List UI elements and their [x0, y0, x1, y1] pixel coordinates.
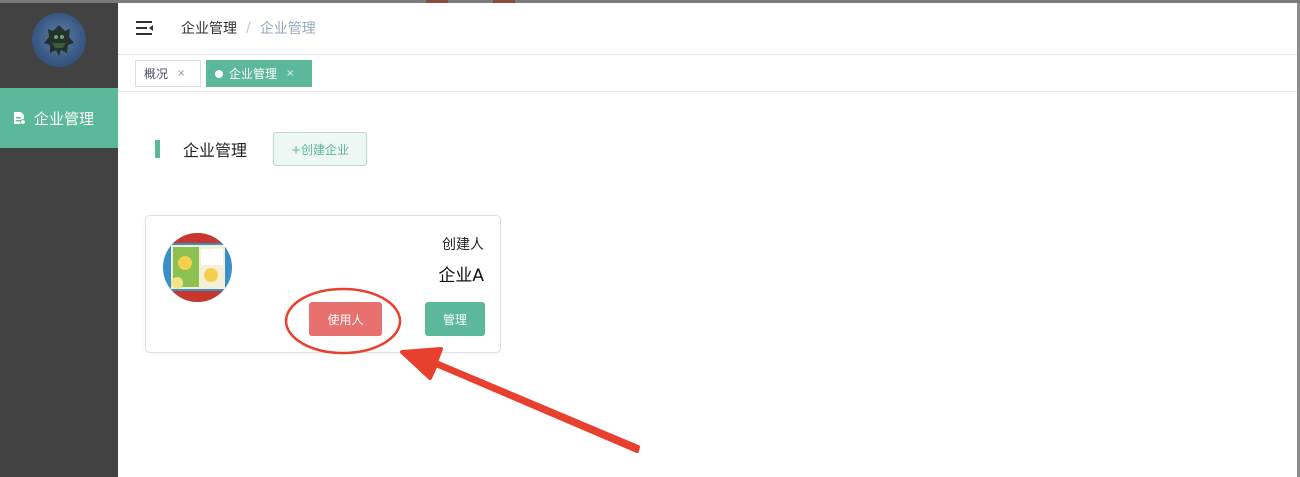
product-image-icon	[163, 233, 232, 302]
active-dot-icon	[215, 69, 223, 78]
tab-label: 企业管理	[229, 67, 278, 81]
tab-label: 概况	[144, 67, 169, 81]
company-name: 企业A	[438, 266, 484, 286]
tab-enterprise-management[interactable]: 企业管理 ×	[206, 60, 312, 87]
breadcrumb-current: 企业管理	[259, 21, 316, 37]
users-button[interactable]: 使用人	[309, 302, 382, 336]
enterprise-card: 创建人 企业A 使用人 管理	[145, 215, 501, 353]
robot-avatar-icon	[44, 25, 74, 56]
sidebar-item-enterprise-management[interactable]: 企业管理	[0, 88, 118, 148]
logo-avatar[interactable]	[32, 13, 86, 67]
section-accent-bar	[155, 140, 160, 158]
hamburger-icon[interactable]	[136, 20, 154, 36]
creator-label: 创建人	[442, 237, 484, 253]
sidebar-item-label: 企业管理	[34, 109, 95, 128]
top-navbar: 企业管理 / 企业管理	[118, 3, 1297, 55]
breadcrumb: 企业管理 / 企业管理	[181, 18, 316, 38]
tags-view-bar: 概况 × 企业管理 ×	[118, 55, 1297, 92]
document-icon	[14, 112, 26, 125]
breadcrumb-separator: /	[246, 20, 251, 36]
create-enterprise-button[interactable]: +创建企业	[273, 132, 367, 166]
pointer-arrow	[400, 347, 640, 453]
enterprise-avatar	[163, 233, 232, 302]
sidebar: 企业管理	[0, 3, 118, 477]
tab-overview[interactable]: 概况 ×	[135, 60, 201, 87]
close-icon[interactable]: ×	[286, 68, 294, 79]
section-title: 企业管理	[183, 141, 248, 160]
close-icon[interactable]: ×	[177, 68, 185, 79]
section-header: 企业管理	[155, 138, 247, 160]
manage-button[interactable]: 管理	[425, 302, 485, 336]
breadcrumb-item[interactable]: 企业管理	[181, 18, 237, 38]
